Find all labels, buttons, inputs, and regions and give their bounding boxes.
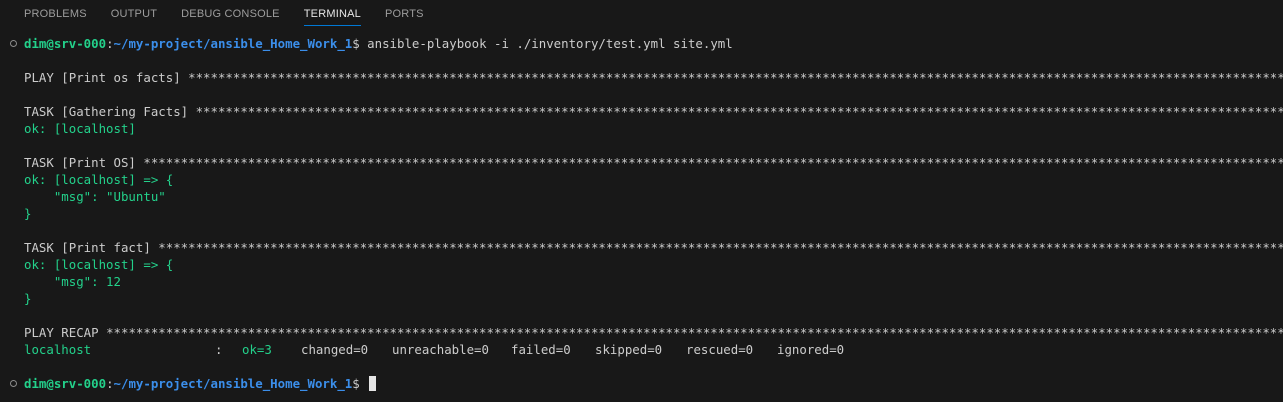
prompt-separator: : xyxy=(106,376,114,391)
recap-skipped: skipped=0 xyxy=(595,342,663,357)
command-text: ansible-playbook -i ./inventory/test.yml… xyxy=(367,36,733,51)
tab-output[interactable]: OUTPUT xyxy=(111,0,157,25)
terminal-cursor[interactable] xyxy=(369,376,377,391)
recap-host: localhost xyxy=(24,342,92,357)
command-decoration-icon[interactable] xyxy=(10,40,17,47)
recap-rescued: rescued=0 xyxy=(686,342,754,357)
tab-ports[interactable]: PORTS xyxy=(385,0,424,25)
task-result-close: } xyxy=(24,206,32,221)
recap-ok: ok=3 xyxy=(242,342,272,357)
tab-terminal[interactable]: TERMINAL xyxy=(303,0,361,26)
recap-row: localhost: ok=3 changed=0 unreachable=0 fail… xyxy=(0,341,1283,358)
command-decoration-icon[interactable] xyxy=(10,380,17,387)
tab-problems[interactable]: PROBLEMS xyxy=(24,0,87,25)
recap-ignored: ignored=0 xyxy=(777,342,845,357)
task-msg: "msg": 12 xyxy=(24,274,121,289)
play-header-text: PLAY [Print os facts] xyxy=(24,70,189,85)
prompt-user: dim@srv-000 xyxy=(24,376,107,391)
separator-stars: ****************************************… xyxy=(106,325,1283,340)
task-result: ok: [localhost] => { xyxy=(24,172,174,187)
play-header: PLAY [Print os facts] ******************… xyxy=(0,69,1283,86)
separator-stars: ****************************************… xyxy=(195,104,1283,119)
recap-header-text: PLAY RECAP xyxy=(24,325,107,340)
prompt-symbol: $ xyxy=(352,36,368,51)
recap-changed: changed=0 xyxy=(301,342,369,357)
task-header-text: TASK [Print fact] xyxy=(24,240,159,255)
task-header: TASK [Gathering Facts] *****************… xyxy=(0,103,1283,120)
recap-header: PLAY RECAP *****************************… xyxy=(0,324,1283,341)
prompt-line: dim@srv-000:~/my-project/ansible_Home_Wo… xyxy=(0,375,1283,392)
task-header: TASK [Print OS] ************************… xyxy=(0,154,1283,171)
separator-stars: ****************************************… xyxy=(143,155,1283,170)
prompt-user: dim@srv-000 xyxy=(24,36,107,51)
task-msg: "msg": "Ubuntu" xyxy=(24,189,166,204)
tab-debug-console[interactable]: DEBUG CONSOLE xyxy=(181,0,280,25)
task-result-close: } xyxy=(24,291,32,306)
recap-colon: : xyxy=(215,342,223,357)
recap-failed: failed=0 xyxy=(511,342,571,357)
command-line: dim@srv-000:~/my-project/ansible_Home_Wo… xyxy=(0,35,1283,52)
task-header: TASK [Print fact] **********************… xyxy=(0,239,1283,256)
terminal-panel: PROBLEMS OUTPUT DEBUG CONSOLE TERMINAL P… xyxy=(0,0,1283,402)
terminal-output[interactable]: dim@srv-000:~/my-project/ansible_Home_Wo… xyxy=(0,35,1283,402)
task-result: ok: [localhost] xyxy=(24,121,136,136)
task-result: ok: [localhost] => { xyxy=(24,257,174,272)
prompt-path: ~/my-project/ansible_Home_Work_1 xyxy=(113,376,353,391)
recap-unreachable: unreachable=0 xyxy=(392,342,489,357)
prompt-symbol: $ xyxy=(352,376,368,391)
separator-stars: ****************************************… xyxy=(158,240,1283,255)
task-header-text: TASK [Gathering Facts] xyxy=(24,104,196,119)
separator-stars: ****************************************… xyxy=(188,70,1283,85)
panel-tab-bar: PROBLEMS OUTPUT DEBUG CONSOLE TERMINAL P… xyxy=(0,0,1283,27)
prompt-path: ~/my-project/ansible_Home_Work_1 xyxy=(113,36,353,51)
prompt-separator: : xyxy=(106,36,114,51)
task-header-text: TASK [Print OS] xyxy=(24,155,144,170)
